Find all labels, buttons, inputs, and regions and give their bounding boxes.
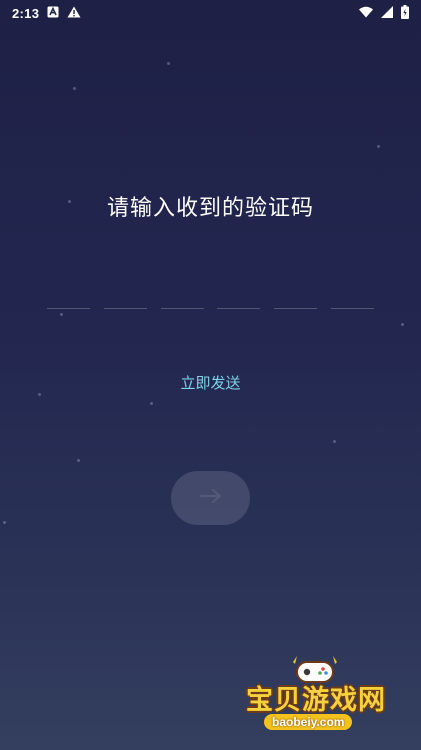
watermark-brand: 宝贝游戏网 (246, 685, 386, 716)
watermark-logo: 宝贝游戏网 baobeiy.com (240, 650, 400, 745)
status-left: 2:13 (12, 6, 81, 21)
star (333, 440, 336, 443)
verification-code-input[interactable] (47, 308, 374, 309)
code-slot-3[interactable] (160, 308, 204, 309)
status-right (359, 4, 409, 22)
star (3, 521, 6, 524)
signal-icon (381, 5, 393, 21)
wifi-icon (359, 6, 373, 21)
star (73, 87, 76, 90)
a-notification-icon (47, 6, 59, 21)
battery-icon (401, 4, 409, 22)
star (38, 393, 41, 396)
code-slot-1[interactable] (47, 308, 90, 309)
next-button[interactable] (171, 471, 250, 525)
send-code-link[interactable]: 立即发送 (0, 372, 421, 393)
status-bar: 2:13 (0, 0, 421, 26)
star (150, 402, 153, 405)
star (167, 62, 170, 65)
code-slot-5[interactable] (274, 308, 318, 309)
star (377, 145, 380, 148)
arrow-right-icon (199, 488, 223, 508)
star (401, 323, 404, 326)
code-slot-2[interactable] (103, 308, 147, 309)
warning-icon (67, 6, 81, 21)
code-slot-4[interactable] (217, 308, 261, 309)
star (77, 459, 80, 462)
watermark-url: baobeiy.com (264, 714, 353, 730)
code-slot-6[interactable] (330, 308, 374, 309)
star (60, 313, 63, 316)
status-time: 2:13 (12, 5, 40, 21)
verification-title: 请输入收到的验证码 (106, 196, 314, 221)
